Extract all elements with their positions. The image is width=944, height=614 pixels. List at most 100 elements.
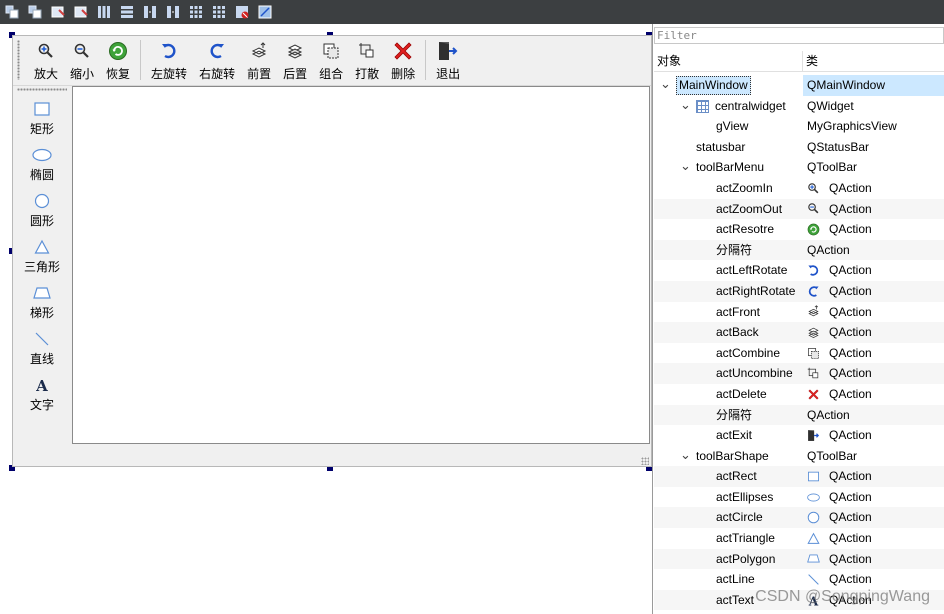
- tree-row[interactable]: actRect QAction: [654, 466, 944, 487]
- tree-row[interactable]: actEllipses QAction: [654, 487, 944, 508]
- toolbar-button-rotate-right[interactable]: 右旋转: [193, 40, 241, 84]
- main-window-form[interactable]: 放大 缩小 恢复 左旋转 右旋转 前置 后置 组合 打散 删除 退出 矩形椭圆圆形三角形梯形直线 A 文…: [12, 35, 652, 467]
- tree-row[interactable]: actLeftRotate QAction: [654, 260, 944, 281]
- tree-row[interactable]: actCombine QAction: [654, 343, 944, 364]
- grid-icon[interactable]: [186, 3, 206, 21]
- circle-icon: [32, 192, 52, 210]
- toolbar-button-label: 右旋转: [199, 67, 236, 81]
- tree-row[interactable]: actUncombine QAction: [654, 363, 944, 384]
- toolbar-button-exit[interactable]: 退出: [430, 40, 466, 84]
- zoom-out-icon: [71, 40, 93, 62]
- zoom-in-icon: [807, 182, 820, 195]
- tree-row[interactable]: 分隔符 QAction: [654, 239, 944, 261]
- tree-row[interactable]: actTriangle QAction: [654, 528, 944, 549]
- expand-arrow-icon[interactable]: ⌄: [680, 448, 691, 461]
- break-layout-icon[interactable]: [232, 3, 252, 21]
- expand-arrow-icon[interactable]: ⌄: [680, 98, 691, 111]
- split-icon[interactable]: [140, 3, 160, 21]
- grid-icon[interactable]: [209, 3, 229, 21]
- tree-object-class: QAction: [807, 219, 872, 240]
- shape-button-line[interactable]: 直线: [13, 330, 71, 367]
- tree-row[interactable]: actResotre QAction: [654, 219, 944, 240]
- tree-row[interactable]: actPolygon QAction: [654, 548, 944, 570]
- tree-row[interactable]: ⌄ centralwidget QWidget: [654, 96, 944, 117]
- tree-row[interactable]: actCircle QAction: [654, 507, 944, 529]
- tree-object-name: actCombine: [716, 345, 781, 360]
- tree-row[interactable]: actZoomOut QAction: [654, 198, 944, 220]
- shape-button-rectangle[interactable]: 矩形: [13, 100, 71, 137]
- toolbar-button-delete[interactable]: 删除: [385, 40, 421, 84]
- edit-icon[interactable]: [71, 3, 91, 21]
- rows-icon[interactable]: [117, 3, 137, 21]
- tree-object-class: QAction: [807, 425, 872, 446]
- object-inspector: Filter 对象 类 ⌄ MainWindow QMainWindow ⌄ centr…: [654, 24, 944, 614]
- tree-row[interactable]: actLine QAction: [654, 569, 944, 590]
- toolbar-button-uncombine[interactable]: 打散: [349, 40, 385, 84]
- grid-layout-icon: [696, 99, 709, 113]
- tree-class-label: QAction: [829, 366, 872, 381]
- graphics-view[interactable]: [72, 86, 650, 444]
- tree-row[interactable]: ⌄ toolBarShape QToolBar: [654, 446, 944, 467]
- tree-row[interactable]: actBack QAction: [654, 322, 944, 343]
- line-icon: [32, 330, 52, 348]
- trapezoid-icon: [807, 552, 820, 565]
- shape-button-label: 梯形: [29, 306, 54, 320]
- toolbar-button-combine[interactable]: 组合: [313, 40, 349, 84]
- toolbar-button-label: 删除: [391, 67, 416, 81]
- shape-button-triangle[interactable]: 三角形: [13, 238, 71, 275]
- tree-row[interactable]: actZoomIn QAction: [654, 178, 944, 199]
- tool-bar-shape: 矩形椭圆圆形三角形梯形直线 A 文字: [13, 86, 71, 446]
- tree-row[interactable]: actDelete QAction: [654, 384, 944, 405]
- layout-icon[interactable]: [25, 3, 45, 21]
- line-icon: [807, 573, 820, 586]
- shape-button-circle[interactable]: 圆形: [13, 192, 71, 229]
- tree-row[interactable]: ⌄ toolBarMenu QToolBar: [654, 157, 944, 178]
- toolbar-button-rotate-left[interactable]: 左旋转: [145, 40, 193, 84]
- zoom-in-icon: [35, 40, 57, 62]
- tree-object-name: actLeftRotate: [716, 263, 788, 278]
- toolbar-button-restore[interactable]: 恢复: [100, 40, 136, 84]
- shape-button-ellipse[interactable]: 椭圆: [13, 146, 71, 183]
- tree-object-class: QAction: [807, 343, 872, 364]
- tree-class-label: QAction: [829, 180, 872, 195]
- tree-row[interactable]: 分隔符 QAction: [654, 404, 944, 426]
- filter-input[interactable]: Filter: [654, 27, 944, 44]
- toolbar-button-label: 退出: [436, 67, 461, 81]
- toolbar-button-bring-front[interactable]: 前置: [241, 40, 277, 84]
- shape-button-text[interactable]: A 文字: [13, 376, 71, 413]
- column-header-object[interactable]: 对象: [654, 51, 803, 71]
- toolbar-button-zoom-in[interactable]: 放大: [28, 40, 64, 84]
- tree-row[interactable]: actRightRotate QAction: [654, 280, 944, 302]
- tree-object-class: QStatusBar: [807, 137, 869, 158]
- split-icon[interactable]: [163, 3, 183, 21]
- adjust-size-icon[interactable]: [255, 3, 275, 21]
- edit-icon[interactable]: [48, 3, 68, 21]
- expand-arrow-icon[interactable]: ⌄: [660, 77, 671, 90]
- tree-row[interactable]: gView MyGraphicsView: [654, 116, 944, 137]
- tree-class-label: QToolBar: [807, 448, 858, 463]
- toolbar-button-label: 组合: [319, 67, 344, 81]
- tree-object-class: QAction: [807, 178, 872, 199]
- tree-class-label: QAction: [829, 510, 872, 525]
- expand-arrow-icon[interactable]: ⌄: [680, 159, 691, 172]
- tree-object-class: QAction: [807, 240, 850, 261]
- toolbar-grip[interactable]: [17, 40, 20, 80]
- toolbar-button-zoom-out[interactable]: 缩小: [64, 40, 100, 84]
- shape-button-trapezoid[interactable]: 梯形: [13, 284, 71, 321]
- tree-row[interactable]: statusbar QStatusBar: [654, 137, 944, 158]
- column-header-class[interactable]: 类: [803, 51, 818, 71]
- toolbar-grip[interactable]: [17, 88, 67, 91]
- tree-row[interactable]: actExit QAction: [654, 425, 944, 446]
- toolbar-button-send-back[interactable]: 后置: [277, 40, 313, 84]
- tree-class-label: QAction: [829, 222, 872, 237]
- columns-icon[interactable]: [94, 3, 114, 21]
- delete-icon: [392, 40, 414, 62]
- svg-text:A: A: [35, 377, 48, 393]
- tree-row[interactable]: actFront QAction: [654, 302, 944, 323]
- inspector-header: 对象 类: [654, 51, 944, 72]
- tree-row[interactable]: ⌄ MainWindow QMainWindow: [654, 75, 944, 96]
- layout-icon[interactable]: [2, 3, 22, 21]
- tree-object-name: actDelete: [716, 386, 767, 401]
- size-grip[interactable]: [641, 457, 649, 465]
- tool-bar-menu: 放大 缩小 恢复 左旋转 右旋转 前置 后置 组合 打散 删除 退出: [13, 36, 651, 86]
